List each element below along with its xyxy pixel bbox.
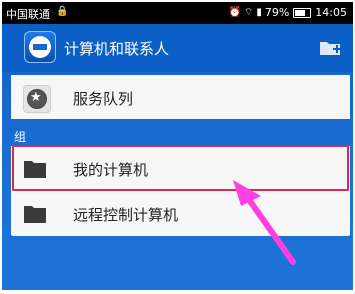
page-title: 计算机和联系人: [64, 40, 170, 58]
alarm-icon: ⏰: [228, 7, 241, 18]
screen-frame: 中国联通 🔒 ⏰ ⌔ ▮ 79% 14:05 计算机和联系人 ★ 服务队列 组 …: [2, 2, 353, 290]
service-queue-card: ★ 服务队列: [11, 75, 350, 119]
lock-icon: 🔒: [56, 6, 69, 17]
wifi-icon: ⌔: [243, 7, 254, 18]
add-folder-icon[interactable]: [319, 39, 341, 56]
signal-icon: ▮: [256, 7, 262, 18]
status-bar: 中国联通 🔒 ⏰ ⌔ ▮ 79% 14:05: [2, 2, 353, 24]
section-group-label: 组: [14, 130, 27, 144]
folder-icon: [24, 206, 46, 223]
clock: 14:05: [315, 6, 347, 19]
battery-icon: [293, 7, 312, 18]
service-queue-item[interactable]: ★ 服务队列: [11, 75, 350, 119]
group-label-remote-control: 远程控制计算机: [73, 206, 179, 224]
carrier-name: 中国联通: [6, 8, 50, 21]
status-right: ⏰ ⌔ ▮ 79% 14:05: [228, 6, 347, 19]
battery-percent: 79%: [264, 6, 290, 19]
service-queue-icon: ★: [23, 85, 51, 113]
teamviewer-logo-icon[interactable]: [24, 31, 56, 63]
annotation-arrow-icon: [233, 180, 296, 265]
app-bar: 计算机和联系人: [2, 24, 353, 72]
service-queue-label: 服务队列: [73, 90, 134, 108]
